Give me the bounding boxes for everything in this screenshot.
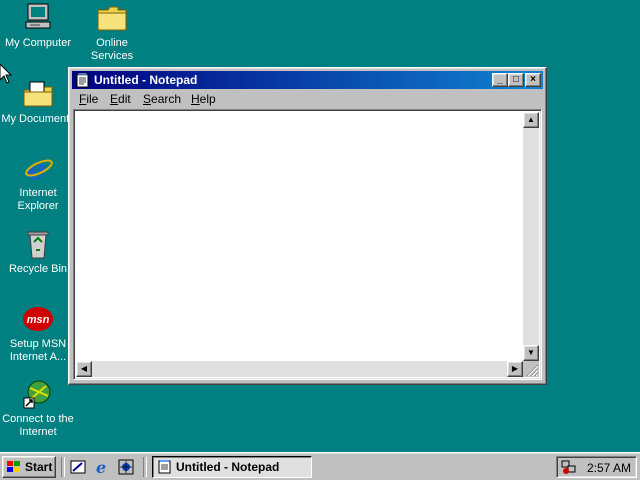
notepad-icon: [76, 72, 89, 88]
maximize-button[interactable]: □: [508, 73, 524, 87]
show-desktop-icon[interactable]: [70, 459, 86, 475]
arrow-down-icon: ▼: [527, 348, 535, 357]
documents-folder-icon: [22, 78, 54, 110]
folder-icon: [96, 2, 128, 34]
vertical-scrollbar[interactable]: ▲ ▼: [523, 112, 539, 361]
svg-text:e: e: [96, 459, 106, 475]
horizontal-scrollbar[interactable]: ◀ ▶: [76, 361, 523, 377]
scroll-down-button[interactable]: ▼: [523, 345, 539, 361]
text-edit-area[interactable]: ▲ ▼ ◀ ▶: [73, 109, 542, 380]
svg-text:msn: msn: [27, 314, 50, 326]
recycle-bin-icon: [22, 228, 54, 260]
computer-icon: [22, 2, 54, 34]
desktop-icon-internet-explorer[interactable]: e Internet Explorer: [0, 152, 76, 213]
desktop-icon-label-line2: Explorer: [17, 200, 59, 212]
taskbar: Start e Untitled - Notepad 2:57 AM: [0, 452, 640, 480]
desktop-icon-connect-internet[interactable]: Connect to the Internet: [0, 378, 76, 439]
scroll-left-button[interactable]: ◀: [76, 361, 92, 377]
notepad-icon: [158, 460, 171, 474]
start-button[interactable]: Start: [2, 456, 56, 478]
desktop-icon-label: Connect to the: [2, 413, 74, 425]
channels-icon[interactable]: [118, 459, 134, 475]
internet-explorer-icon: e: [22, 152, 54, 187]
close-button[interactable]: ×: [525, 73, 541, 87]
clock[interactable]: 2:57 AM: [587, 461, 631, 475]
desktop-icon-label: Online: [96, 37, 128, 49]
desktop-icon-label: Internet: [19, 187, 57, 199]
taskbar-button-notepad[interactable]: Untitled - Notepad: [152, 456, 312, 478]
menu-search[interactable]: Search: [143, 92, 181, 106]
msn-icon: msn: [22, 303, 54, 335]
internet-explorer-quicklaunch-icon[interactable]: e: [94, 459, 110, 475]
desktop-icon-my-documents[interactable]: My Documents: [0, 78, 76, 126]
arrow-up-icon: ▲: [527, 115, 535, 124]
desktop-icon-label-line2: Internet A...: [9, 351, 67, 363]
arrow-right-icon: ▶: [511, 364, 519, 373]
minimize-icon: _: [497, 74, 503, 85]
desktop-icon-recycle-bin[interactable]: Recycle Bin: [0, 228, 76, 276]
scroll-right-button[interactable]: ▶: [507, 361, 523, 377]
title-bar[interactable]: Untitled - Notepad _ □ ×: [72, 71, 543, 89]
taskbar-separator: [143, 457, 147, 477]
desktop-icon-label-line2: Services: [90, 50, 134, 62]
arrow-left-icon: ◀: [80, 364, 88, 373]
menu-help[interactable]: Help: [191, 92, 216, 106]
desktop-icon-label: My Documents: [1, 113, 75, 125]
scroll-up-button[interactable]: ▲: [523, 112, 539, 128]
desktop-icon-label: Recycle Bin: [8, 263, 68, 275]
taskbar-button-label: Untitled - Notepad: [176, 460, 280, 474]
desktop-icon-online-services[interactable]: Online Services: [74, 2, 150, 63]
menu-edit[interactable]: Edit: [110, 92, 131, 106]
close-icon: ×: [530, 74, 536, 85]
desktop-icon-label: My Computer: [4, 37, 72, 49]
mouse-cursor-icon: [0, 64, 12, 84]
maximize-icon: □: [512, 74, 520, 85]
window-title: Untitled - Notepad: [94, 73, 198, 87]
windows-logo-icon: [7, 461, 20, 472]
notepad-window[interactable]: Untitled - Notepad _ □ × File Edit Searc…: [68, 67, 547, 385]
start-label: Start: [25, 460, 53, 474]
desktop-icon-label-line2: Internet: [19, 426, 57, 438]
connect-wizard-icon: [22, 378, 54, 410]
minimize-button[interactable]: _: [492, 73, 508, 87]
desktop-icon-my-computer[interactable]: My Computer: [0, 2, 76, 50]
desktop-icon-label: Setup MSN: [9, 338, 67, 350]
network-status-icon[interactable]: [561, 460, 577, 474]
menu-file[interactable]: File: [79, 92, 98, 106]
taskbar-separator: [61, 457, 65, 477]
menu-bar: File Edit Search Help: [72, 90, 543, 108]
system-tray: 2:57 AM: [556, 456, 637, 478]
desktop-icon-setup-msn[interactable]: msn Setup MSN Internet A...: [0, 303, 76, 364]
resize-grip-icon[interactable]: [523, 361, 539, 377]
